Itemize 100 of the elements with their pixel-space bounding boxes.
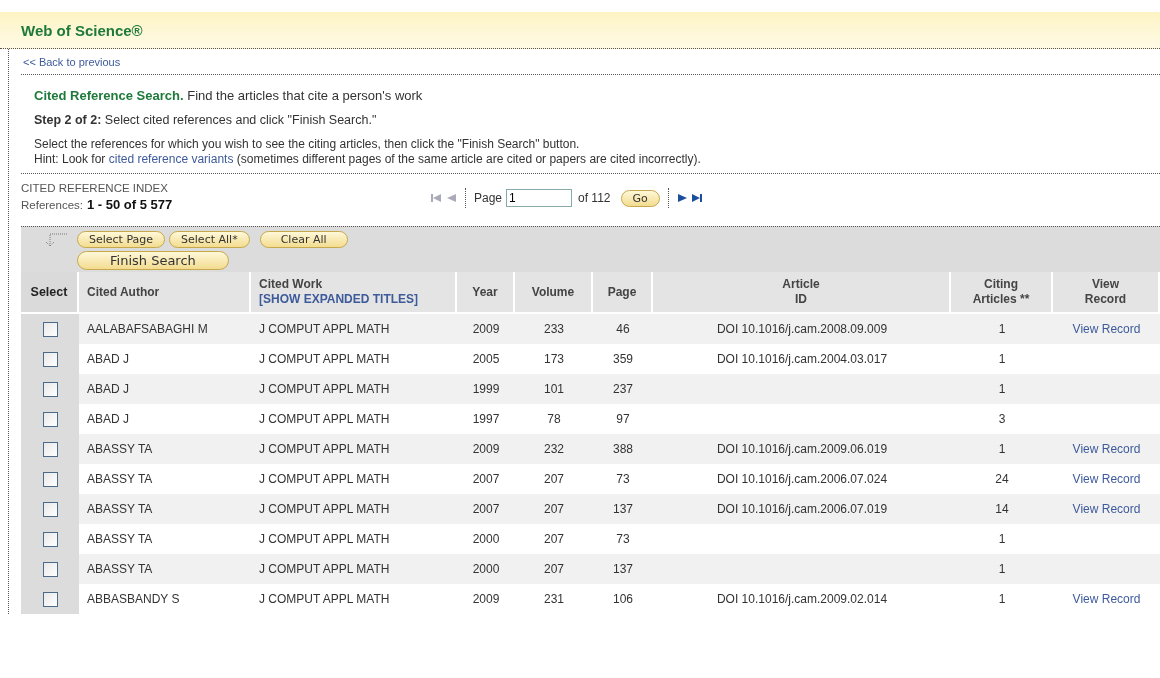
table-cell: 359 — [613, 352, 633, 366]
back-link[interactable]: << Back to previous — [23, 56, 121, 68]
table-cell: J COMPUT APPL MATH — [259, 322, 390, 336]
toolbar-button[interactable]: Select All* — [169, 231, 250, 248]
table-cell: 46 — [616, 322, 630, 336]
table-cell: 232 — [544, 442, 564, 456]
table-cell: 24 — [995, 472, 1009, 486]
table-cell: 2009 — [472, 592, 500, 606]
page-count: of 112 — [578, 191, 611, 205]
row-checkbox[interactable] — [42, 471, 58, 487]
table-cell: ABASSY TA — [87, 472, 153, 486]
row-checkbox[interactable] — [42, 321, 58, 337]
table-cell: J COMPUT APPL MATH — [259, 562, 390, 576]
table-cell: ABASSY TA — [87, 502, 153, 516]
table-cell: ABAD J — [87, 382, 129, 396]
instructions-text: Select the references for which you wish to see the citing articles, then click the "Finish Search" button. — [34, 137, 581, 152]
row-checkbox[interactable] — [42, 411, 58, 427]
column-header: Year — [472, 284, 498, 299]
search-heading: Cited Reference Search. Find the articles that cite a person's work — [34, 88, 424, 103]
row-checkbox[interactable] — [42, 561, 58, 577]
table-cell: 173 — [544, 352, 564, 366]
table-cell: 78 — [547, 412, 561, 426]
column-header: Citing Articles ** — [972, 277, 1030, 306]
page-label: Page — [474, 191, 503, 205]
table-cell: 101 — [544, 382, 564, 396]
toolbar-button[interactable]: Select Page — [77, 231, 166, 248]
table-cell: ABBASBANDY S — [87, 592, 180, 606]
table-cell: 1997 — [472, 412, 500, 426]
column-header: Page — [607, 284, 637, 299]
table-cell: 1 — [998, 442, 1006, 456]
row-checkbox[interactable] — [42, 531, 58, 547]
table-cell: J COMPUT APPL MATH — [259, 592, 390, 606]
table-cell: 233 — [544, 322, 564, 336]
table-cell: 231 — [544, 592, 564, 606]
expand-titles-link[interactable]: [SHOW EXPANDED TITLES] — [259, 292, 419, 306]
site-title: Web of Science® — [21, 21, 143, 39]
table-cell: 106 — [613, 592, 633, 606]
table-cell: 2007 — [472, 472, 500, 486]
references-label: References: — [21, 199, 83, 211]
toolbar-button[interactable]: Clear All — [259, 231, 348, 248]
table-cell: 2005 — [472, 352, 500, 366]
table-cell: 207 — [544, 562, 564, 576]
table-cell: DOI 10.1016/j.cam.2006.07.024 — [716, 472, 888, 486]
step-text: Step 2 of 2: Select cited references and click "Finish Search." — [34, 113, 378, 127]
table-cell: 207 — [544, 502, 564, 516]
table-cell: 14 — [995, 502, 1009, 516]
go-button[interactable]: Go — [620, 189, 660, 207]
column-header: Volume — [531, 284, 575, 299]
variants-link[interactable]: cited reference variants — [108, 152, 234, 166]
row-checkbox[interactable] — [42, 381, 58, 397]
table-cell: 1 — [998, 592, 1006, 606]
table-cell: 207 — [544, 472, 564, 486]
row-checkbox[interactable] — [42, 441, 58, 457]
hint-text: Hint: Look for cited reference variants (sometimes different pages of the same article are cited or papers are cited incorrectly). — [34, 152, 702, 167]
table-cell: 3 — [998, 412, 1006, 426]
table-cell: 73 — [616, 532, 630, 546]
table-cell: 2007 — [472, 502, 500, 516]
table-cell: DOI 10.1016/j.cam.2009.06.019 — [716, 442, 888, 456]
row-checkbox[interactable] — [42, 591, 58, 607]
column-header: Article ID — [782, 277, 820, 306]
table-cell: DOI 10.1016/j.cam.2009.02.014 — [716, 592, 888, 606]
table-cell: 2000 — [472, 562, 500, 576]
table-cell: J COMPUT APPL MATH — [259, 412, 390, 426]
finish-search-button[interactable]: Finish Search — [77, 251, 229, 270]
table-cell: J COMPUT APPL MATH — [259, 502, 390, 516]
table-cell: ABASSY TA — [87, 442, 153, 456]
row-checkbox[interactable] — [42, 351, 58, 367]
table-cell: ABASSY TA — [87, 532, 153, 546]
table-cell: DOI 10.1016/j.cam.2008.09.009 — [716, 322, 888, 336]
page-input[interactable]: 1 — [506, 189, 573, 207]
table-cell: 237 — [613, 382, 633, 396]
column-header: Select — [30, 284, 68, 299]
column-header: Cited Work — [259, 277, 324, 292]
table-cell: 73 — [616, 472, 630, 486]
table-cell: AALABAFSABAGHI M — [87, 322, 208, 336]
column-header: Cited Author — [87, 284, 160, 299]
table-cell: 388 — [613, 442, 633, 456]
table-cell: J COMPUT APPL MATH — [259, 442, 390, 456]
table-cell: 97 — [616, 412, 630, 426]
row-checkbox[interactable] — [42, 501, 58, 517]
table-cell: 1 — [998, 532, 1006, 546]
table-cell: 2009 — [472, 442, 500, 456]
references-range: 1 - 50 of 5 577 — [87, 197, 173, 212]
table-cell: J COMPUT APPL MATH — [259, 382, 390, 396]
table-cell: 2000 — [472, 532, 500, 546]
table-cell: J COMPUT APPL MATH — [259, 472, 390, 486]
table-cell: J COMPUT APPL MATH — [259, 532, 390, 546]
last-page-icon[interactable] — [691, 193, 703, 203]
table-cell: 1 — [998, 352, 1006, 366]
table-cell: 207 — [544, 532, 564, 546]
column-header: View Record — [1084, 277, 1127, 306]
table-cell: J COMPUT APPL MATH — [259, 352, 390, 366]
table-cell: DOI 10.1016/j.cam.2006.07.019 — [716, 502, 888, 516]
next-page-icon[interactable] — [676, 193, 688, 203]
table-cell: 2009 — [472, 322, 500, 336]
index-title: CITED REFERENCE INDEX — [21, 182, 169, 194]
table-cell: 137 — [613, 562, 633, 576]
table-cell: 1 — [998, 382, 1006, 396]
table-cell: DOI 10.1016/j.cam.2004.03.017 — [716, 352, 888, 366]
table-cell: ABAD J — [87, 352, 129, 366]
